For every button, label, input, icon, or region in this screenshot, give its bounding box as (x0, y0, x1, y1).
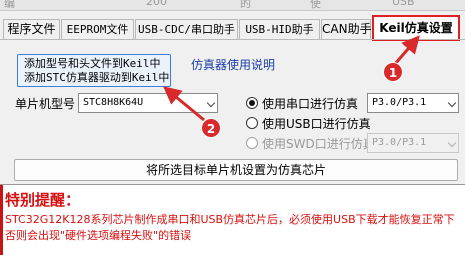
tab-panel-border (0, 39, 465, 40)
tab-program-file[interactable]: 程序文件 (3, 19, 60, 40)
radio-usb-label: 使用USB口进行仿真 (262, 117, 371, 131)
radio-unselected-icon (246, 117, 258, 129)
notice-title: 特别提醒： (5, 191, 81, 209)
strip-text: 的 (240, 0, 251, 10)
tab-usb-cdc-serial[interactable]: USB-CDC/串口助手 (135, 19, 238, 40)
simulator-help-link[interactable]: 仿真器使用说明 (191, 56, 275, 73)
mcu-model-select[interactable]: STC8H8K64U (78, 93, 218, 113)
tab-bar: 程序文件 EEPROM文件 USB-CDC/串口助手 USB-HID助手 CAN… (0, 15, 465, 41)
strip-text: USB (392, 0, 415, 8)
strip-text: 200 (146, 0, 167, 8)
mcu-model-value: STC8H8K64U (83, 97, 144, 108)
chevron-down-icon (206, 98, 216, 108)
tab-usb-hid[interactable]: USB-HID助手 (239, 19, 320, 40)
radio-serial-label: 使用串口进行仿真 (262, 97, 359, 111)
radio-selected-icon (246, 97, 258, 109)
add-to-keil-button[interactable]: 添加型号和头文件到Keil中 添加STC仿真器驱动到Keil中 (17, 54, 171, 87)
swd-port-pins-select[interactable]: P3.0/P3.1 (367, 133, 459, 153)
notice-line-2: 否则会出现"硬件选项编程失败"的错误 (5, 229, 192, 242)
set-as-sim-chip-button[interactable]: 将所选目标单片机设置为仿真芯片 (14, 159, 458, 181)
add-to-keil-line2: 添加STC仿真器驱动到Keil中 (24, 71, 170, 84)
strip-text: 使 (310, 0, 321, 10)
annotation-badge-2: 2 (201, 118, 221, 138)
radio-disabled-icon (246, 137, 258, 149)
add-to-keil-line1: 添加型号和头文件到Keil中 (24, 57, 161, 70)
serial-port-pins-value: P3.0/P3.1 (372, 97, 427, 108)
tab-eeprom-file[interactable]: EEPROM文件 (61, 19, 134, 40)
notice-line-1: STC32G12K128系列芯片制作成串口和USB仿真芯片后，必须使用USB下载… (5, 213, 455, 226)
chevron-down-icon (447, 138, 457, 148)
swd-port-pins-value: P3.0/P3.1 (372, 137, 427, 148)
radio-swd-label: 使用SWD口进行仿真 (262, 137, 375, 151)
strip-text: 编 (4, 0, 15, 10)
background-window-strip: 编 200 的 使 USB (0, 0, 465, 11)
mcu-model-label: 单片机型号 (15, 97, 76, 111)
tab-can-helper[interactable]: CAN助手 (321, 19, 372, 40)
tab-keil-sim-settings[interactable]: Keil仿真设置 (372, 15, 460, 41)
annotation-badge-1: 1 (383, 62, 403, 82)
chevron-down-icon (447, 98, 457, 108)
notice-panel: 特别提醒： STC32G12K128系列芯片制作成串口和USB仿真芯片后，必须使… (0, 184, 465, 255)
arrow-to-keil-tab (393, 35, 420, 65)
notice-accent-bar (0, 185, 3, 255)
serial-port-pins-select[interactable]: P3.0/P3.1 (367, 93, 459, 113)
